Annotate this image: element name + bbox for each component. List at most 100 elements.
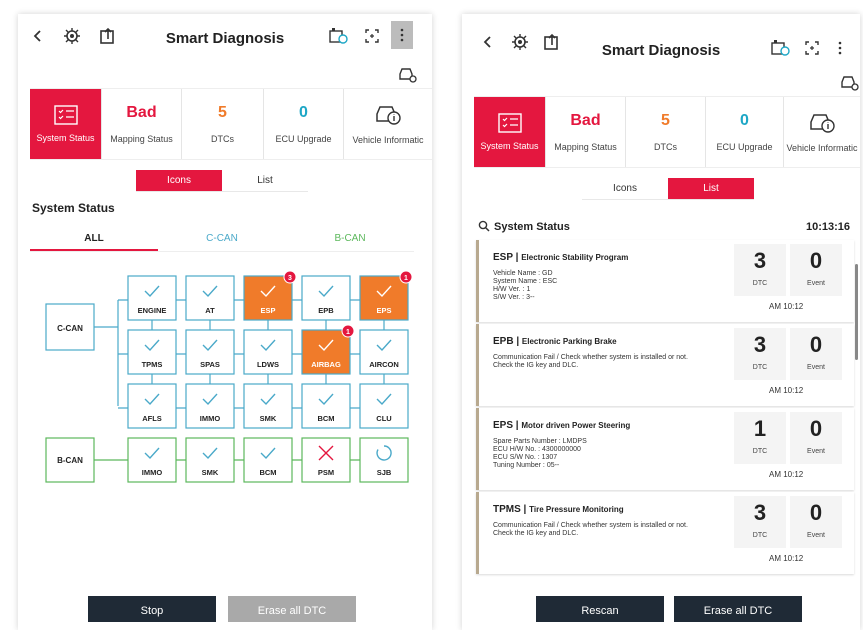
dtc-card-tpms[interactable]: TPMS | Tire Pressure Monitoring Communica…	[476, 492, 854, 574]
fullscreen-icon[interactable]	[800, 36, 824, 60]
card-detail-line: Spare Parts Number : LMDPS	[493, 438, 587, 445]
module-epb[interactable]: EPB	[301, 275, 351, 321]
summary-label: ECU Upgrade	[716, 142, 773, 152]
system-name: Motor driven Power Steering	[521, 421, 631, 430]
dtc-count: 1	[753, 416, 767, 441]
module-bcm[interactable]: BCM	[243, 437, 293, 483]
ecu-upgrade-tile[interactable]: 0 ECU Upgrade	[706, 97, 784, 167]
system-code: EPB	[493, 336, 514, 347]
event-label: Event	[807, 448, 825, 455]
event-count-box: 0 Event	[790, 412, 842, 464]
module-immo[interactable]: IMMO	[185, 383, 235, 429]
dtc-count-text: 3	[288, 275, 292, 282]
card-time: AM 10:12	[769, 302, 804, 311]
car-info-icon	[810, 114, 835, 133]
system-status-tile[interactable]: System Status	[474, 97, 546, 167]
module-label: TPMS	[142, 360, 163, 369]
module-tpms[interactable]: TPMS	[127, 329, 177, 375]
module-eps[interactable]: EPS 1	[359, 270, 413, 321]
dtc-card-eps[interactable]: EPS | Motor driven Power Steering Spare P…	[476, 408, 854, 490]
c-can-label: C-CAN	[57, 324, 83, 333]
dtc-count-box: 1 DTC	[734, 412, 786, 464]
module-sjb[interactable]: SJB	[359, 437, 409, 483]
module-aircon[interactable]: AIRCON	[359, 329, 409, 375]
module-smk[interactable]: SMK	[185, 437, 235, 483]
system-code: TPMS	[493, 504, 521, 515]
card-detail-line: S/W Ver. : 3--	[493, 294, 535, 301]
summary-label: Vehicle Informatic	[786, 143, 858, 153]
event-count-box: 0 Event	[790, 328, 842, 380]
card-detail-line: Check the IG key and DLC.	[493, 362, 579, 369]
card-detail-line: H/W Ver. : 1	[493, 286, 531, 293]
app-bar: Smart Diagnosis	[462, 14, 860, 60]
event-count: 0	[809, 248, 823, 273]
mapping-status-tile[interactable]: Bad Mapping Status	[546, 97, 626, 167]
module-label: SMK	[202, 468, 219, 477]
erase-all-dtc-button[interactable]: Erase all DTC	[674, 596, 802, 622]
card-time: AM 10:12	[769, 386, 804, 395]
system-name: Electronic Stability Program	[521, 253, 629, 262]
card-detail-line: ECU H/W No. : 4300000000	[493, 446, 581, 453]
summary-value: 0	[740, 112, 749, 129]
dtc-card-epb[interactable]: EPB | Electronic Parking Brake Communicat…	[476, 324, 854, 406]
module-spas[interactable]: SPAS	[185, 329, 235, 375]
module-label: LDWS	[257, 360, 279, 369]
card-title: ESP | Electronic Stability Program	[493, 252, 629, 263]
module-clu[interactable]: CLU	[359, 383, 409, 429]
module-bcm[interactable]: BCM	[301, 383, 351, 429]
dtc-card-esp[interactable]: ESP | Electronic Stability Program Vehicl…	[476, 240, 854, 322]
dtc-count: 3	[753, 332, 767, 357]
scrollbar[interactable]	[855, 264, 858, 360]
card-detail-line: Vehicle Name : GD	[493, 270, 553, 277]
dtc-count: 3	[753, 248, 767, 273]
event-label: Event	[807, 532, 825, 539]
module-label: AIRCON	[369, 360, 399, 369]
module-immo[interactable]: IMMO	[127, 437, 177, 483]
list-view-screen: Smart Diagnosis System Status Bad Mappin…	[462, 14, 860, 630]
card-detail-line: Check the IG key and DLC.	[493, 530, 579, 537]
event-label: Event	[807, 280, 825, 287]
card-time: AM 10:12	[769, 554, 804, 563]
module-label: BCM	[317, 414, 334, 423]
event-count: 0	[809, 500, 823, 525]
vehicle-settings-icon[interactable]	[840, 74, 860, 92]
module-psm[interactable]: PSM	[301, 437, 351, 483]
b-can-label: B-CAN	[57, 456, 83, 465]
module-label: EPB	[318, 306, 334, 315]
list-view-button[interactable]: List	[668, 178, 754, 200]
module-at[interactable]: AT	[185, 275, 235, 321]
erase-all-dtc-button[interactable]: Erase all DTC	[228, 596, 356, 622]
module-label: AIRBAG	[311, 360, 341, 369]
dtcs-tile[interactable]: 5 DTCs	[626, 97, 706, 167]
event-count-box: 0 Event	[790, 496, 842, 548]
module-ldws[interactable]: LDWS	[243, 329, 293, 375]
module-airbag[interactable]: AIRBAG 1	[301, 324, 355, 375]
module-smk[interactable]: SMK	[243, 383, 293, 429]
system-name: Electronic Parking Brake	[521, 337, 617, 346]
module-label: ENGINE	[138, 306, 167, 315]
module-label: BCM	[259, 468, 276, 477]
summary-value: Bad	[570, 112, 601, 129]
more-menu-icon[interactable]	[828, 36, 852, 60]
module-engine[interactable]: ENGINE	[127, 275, 177, 321]
icons-view-button[interactable]: Icons	[582, 178, 668, 200]
dtc-count-box: 3 DTC	[734, 328, 786, 380]
stop-button[interactable]: Stop	[88, 596, 216, 622]
system-code: ESP	[493, 252, 513, 263]
rescan-button[interactable]: Rescan	[536, 596, 664, 622]
module-esp[interactable]: ESP 3	[243, 270, 297, 321]
card-detail-line: Tuning Number : 05--	[493, 462, 560, 469]
card-detail-line: ECU S/W No. : 1307	[493, 454, 558, 461]
module-afls[interactable]: AFLS	[127, 383, 177, 429]
card-title: EPB | Electronic Parking Brake	[493, 336, 617, 347]
event-count: 0	[809, 332, 823, 357]
report-icon[interactable]	[768, 36, 792, 60]
search-icon[interactable]	[478, 220, 490, 235]
card-detail-line: Communication Fail / Check whether syste…	[493, 522, 688, 529]
module-label: CLU	[376, 414, 391, 423]
module-label: AT	[205, 306, 215, 315]
event-label: Event	[807, 364, 825, 371]
dtc-count: 3	[753, 500, 767, 525]
module-label: AFLS	[142, 414, 162, 423]
vehicle-info-tile[interactable]: Vehicle Informatic	[784, 97, 860, 167]
